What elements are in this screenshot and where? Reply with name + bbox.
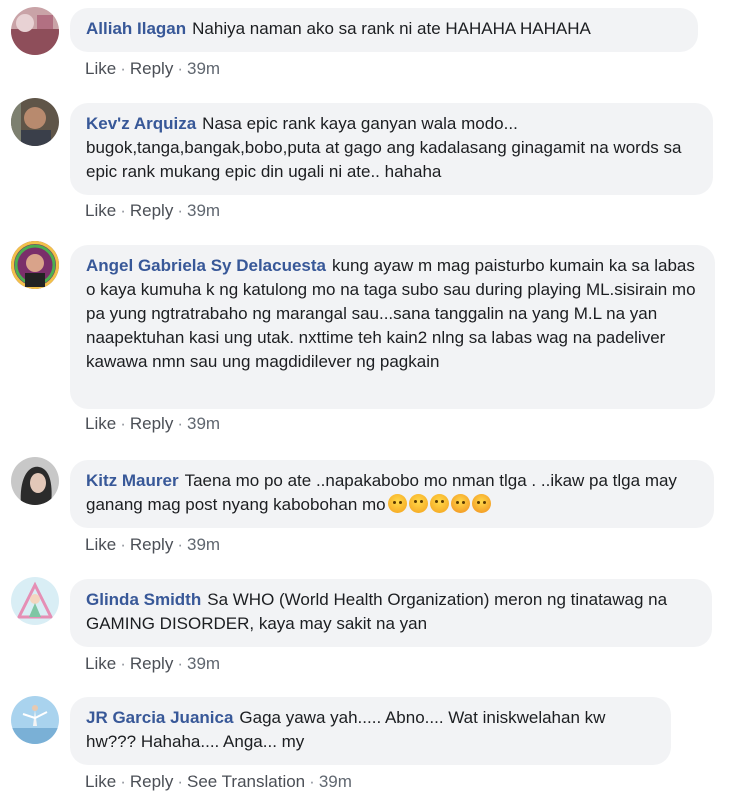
commenter-name[interactable]: Alliah Ilagan <box>86 19 186 38</box>
timestamp[interactable]: 39m <box>187 59 220 78</box>
comment-bubble: Glinda Smidth Sa WHO (World Health Organi… <box>70 579 712 647</box>
comment-actions: Like · Reply · 39m <box>85 201 220 221</box>
comment-bubble: JR Garcia Juanica Gaga yawa yah..... Abno… <box>70 697 671 765</box>
comment-text: Nahiya naman ako sa rank ni ate HAHAHA H… <box>192 19 591 38</box>
like-link[interactable]: Like <box>85 201 116 220</box>
separator: · <box>120 654 126 673</box>
like-link[interactable]: Like <box>85 654 116 673</box>
separator: · <box>177 535 183 554</box>
separator: · <box>177 59 183 78</box>
separator: · <box>309 772 315 791</box>
separator: · <box>120 772 126 791</box>
avatar[interactable] <box>11 577 59 625</box>
separator: · <box>120 535 126 554</box>
timestamp[interactable]: 39m <box>187 201 220 220</box>
timestamp[interactable]: 39m <box>319 772 352 791</box>
avatar-image <box>11 241 59 289</box>
avatar[interactable] <box>11 696 59 744</box>
steam-emoji-icon <box>471 494 491 513</box>
reply-link[interactable]: Reply <box>130 535 173 554</box>
separator: · <box>177 654 183 673</box>
sad-emoji-icon <box>408 494 428 513</box>
like-link[interactable]: Like <box>85 535 116 554</box>
reply-link[interactable]: Reply <box>130 772 173 791</box>
separator: · <box>177 414 183 433</box>
avatar[interactable] <box>11 241 59 289</box>
reply-link[interactable]: Reply <box>130 414 173 433</box>
like-link[interactable]: Like <box>85 414 116 433</box>
comment-actions: Like · Reply · 39m <box>85 414 220 434</box>
avatar-image <box>11 7 59 55</box>
separator: · <box>177 772 183 791</box>
comment-bubble: Kitz Maurer Taena mo po ate ..napakabobo … <box>70 460 714 528</box>
avatar-image <box>11 457 59 505</box>
separator: · <box>120 414 126 433</box>
like-link[interactable]: Like <box>85 59 116 78</box>
comment-bubble: Angel Gabriela Sy Delacuesta kung ayaw m … <box>70 245 715 409</box>
commenter-name[interactable]: Angel Gabriela Sy Delacuesta <box>86 256 326 275</box>
avatar[interactable] <box>11 457 59 505</box>
commenter-name[interactable]: Kitz Maurer <box>86 471 179 490</box>
steam-emoji-icon <box>450 494 470 513</box>
sad-emoji-icon <box>429 494 449 513</box>
avatar[interactable] <box>11 98 59 146</box>
timestamp[interactable]: 39m <box>187 654 220 673</box>
comment-actions: Like · Reply · 39m <box>85 535 220 555</box>
commenter-name[interactable]: Kev'z Arquiza <box>86 114 196 133</box>
timestamp[interactable]: 39m <box>187 535 220 554</box>
separator: · <box>120 201 126 220</box>
comment-bubble: Alliah Ilagan Nahiya naman ako sa rank ni… <box>70 8 698 52</box>
reply-link[interactable]: Reply <box>130 59 173 78</box>
commenter-name[interactable]: JR Garcia Juanica <box>86 708 233 727</box>
angry-emoji-icon <box>387 494 407 513</box>
comment-actions: Like · Reply · 39m <box>85 59 220 79</box>
comment-actions: Like · Reply · 39m <box>85 654 220 674</box>
avatar[interactable] <box>11 7 59 55</box>
reply-link[interactable]: Reply <box>130 654 173 673</box>
avatar-image <box>11 98 59 146</box>
timestamp[interactable]: 39m <box>187 414 220 433</box>
separator: · <box>120 59 126 78</box>
see-translation-link[interactable]: See Translation <box>187 772 305 791</box>
comment-bubble: Kev'z Arquiza Nasa epic rank kaya ganyan … <box>70 103 713 195</box>
like-link[interactable]: Like <box>85 772 116 791</box>
commenter-name[interactable]: Glinda Smidth <box>86 590 201 609</box>
avatar-image <box>11 696 59 744</box>
comment-actions: Like · Reply · See Translation · 39m <box>85 772 352 792</box>
avatar-image <box>11 577 59 625</box>
reply-link[interactable]: Reply <box>130 201 173 220</box>
separator: · <box>177 201 183 220</box>
